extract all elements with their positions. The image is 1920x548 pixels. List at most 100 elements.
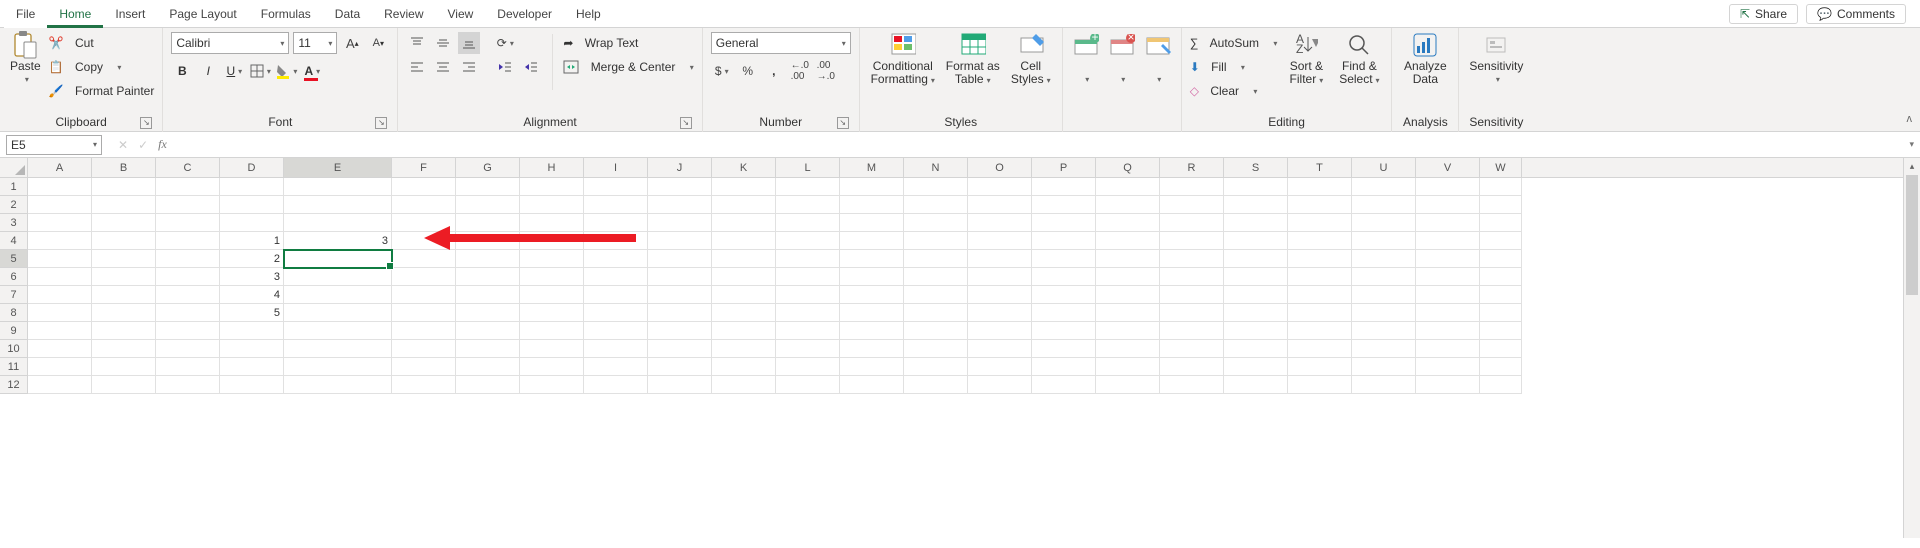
cell-K3[interactable] [712, 214, 776, 232]
cell-H8[interactable] [520, 304, 584, 322]
cell-W2[interactable] [1480, 196, 1522, 214]
cell-O8[interactable] [968, 304, 1032, 322]
clipboard-launcher[interactable]: ↘ [140, 117, 152, 129]
column-header-A[interactable]: A [28, 158, 92, 177]
comma-format-button[interactable]: , [763, 60, 785, 82]
cell-W9[interactable] [1480, 322, 1522, 340]
cell-K10[interactable] [712, 340, 776, 358]
cell-I5[interactable] [584, 250, 648, 268]
cell-P4[interactable] [1032, 232, 1096, 250]
cell-G3[interactable] [456, 214, 520, 232]
cell-D10[interactable] [220, 340, 284, 358]
cell-A5[interactable] [28, 250, 92, 268]
cell-T12[interactable] [1288, 376, 1352, 394]
cell-R2[interactable] [1160, 196, 1224, 214]
cell-T3[interactable] [1288, 214, 1352, 232]
column-header-T[interactable]: T [1288, 158, 1352, 177]
cell-Q11[interactable] [1096, 358, 1160, 376]
number-format-select[interactable]: General▾ [711, 32, 851, 54]
cell-P2[interactable] [1032, 196, 1096, 214]
cell-H4[interactable] [520, 232, 584, 250]
column-header-Q[interactable]: Q [1096, 158, 1160, 177]
cell-I12[interactable] [584, 376, 648, 394]
bold-button[interactable]: B [171, 60, 193, 82]
cell-I1[interactable] [584, 178, 648, 196]
cell-A10[interactable] [28, 340, 92, 358]
autosum-button[interactable]: ∑ AutoSum ▾ [1190, 32, 1278, 54]
cell-Q12[interactable] [1096, 376, 1160, 394]
cell-A2[interactable] [28, 196, 92, 214]
cell-H6[interactable] [520, 268, 584, 286]
cell-A3[interactable] [28, 214, 92, 232]
enter-formula-icon[interactable]: ✓ [138, 138, 148, 152]
cell-B4[interactable] [92, 232, 156, 250]
cell-A4[interactable] [28, 232, 92, 250]
tab-review[interactable]: Review [372, 0, 435, 28]
cell-Q8[interactable] [1096, 304, 1160, 322]
cell-E11[interactable] [284, 358, 392, 376]
cell-D4[interactable]: 1 [220, 232, 284, 250]
cell-K6[interactable] [712, 268, 776, 286]
row-header-6[interactable]: 6 [0, 268, 28, 286]
cell-L8[interactable] [776, 304, 840, 322]
cell-R10[interactable] [1160, 340, 1224, 358]
cell-O3[interactable] [968, 214, 1032, 232]
cell-W3[interactable] [1480, 214, 1522, 232]
cell-E4[interactable]: 3 [284, 232, 392, 250]
cell-O12[interactable] [968, 376, 1032, 394]
cell-A8[interactable] [28, 304, 92, 322]
cell-R6[interactable] [1160, 268, 1224, 286]
cell-I11[interactable] [584, 358, 648, 376]
cell-G12[interactable] [456, 376, 520, 394]
cell-T1[interactable] [1288, 178, 1352, 196]
cell-P10[interactable] [1032, 340, 1096, 358]
cell-U8[interactable] [1352, 304, 1416, 322]
cell-W11[interactable] [1480, 358, 1522, 376]
cell-U4[interactable] [1352, 232, 1416, 250]
cell-N7[interactable] [904, 286, 968, 304]
cell-R9[interactable] [1160, 322, 1224, 340]
row-header-2[interactable]: 2 [0, 196, 28, 214]
increase-font-button[interactable]: A▴ [341, 32, 363, 54]
cell-F6[interactable] [392, 268, 456, 286]
cell-E6[interactable] [284, 268, 392, 286]
cell-V7[interactable] [1416, 286, 1480, 304]
cell-G5[interactable] [456, 250, 520, 268]
cell-Q5[interactable] [1096, 250, 1160, 268]
column-header-H[interactable]: H [520, 158, 584, 177]
cell-F11[interactable] [392, 358, 456, 376]
clear-button[interactable]: ◇ Clear ▾ [1190, 80, 1278, 102]
cell-N5[interactable] [904, 250, 968, 268]
sensitivity-button[interactable]: Sensitivity▾ [1467, 32, 1525, 86]
cell-G9[interactable] [456, 322, 520, 340]
column-header-C[interactable]: C [156, 158, 220, 177]
cell-J6[interactable] [648, 268, 712, 286]
cell-B6[interactable] [92, 268, 156, 286]
cell-T4[interactable] [1288, 232, 1352, 250]
cell-E12[interactable] [284, 376, 392, 394]
comments-button[interactable]: 💬 Comments [1806, 4, 1906, 24]
name-box[interactable]: E5▾ [6, 135, 102, 155]
row-header-10[interactable]: 10 [0, 340, 28, 358]
cell-P3[interactable] [1032, 214, 1096, 232]
font-launcher[interactable]: ↘ [375, 117, 387, 129]
cell-R4[interactable] [1160, 232, 1224, 250]
cell-O11[interactable] [968, 358, 1032, 376]
cell-J3[interactable] [648, 214, 712, 232]
cell-F1[interactable] [392, 178, 456, 196]
cell-N1[interactable] [904, 178, 968, 196]
cell-Q3[interactable] [1096, 214, 1160, 232]
cell-H5[interactable] [520, 250, 584, 268]
cell-E10[interactable] [284, 340, 392, 358]
cell-A7[interactable] [28, 286, 92, 304]
cell-R1[interactable] [1160, 178, 1224, 196]
find-select-button[interactable]: Find & Select▾ [1335, 32, 1383, 87]
column-header-D[interactable]: D [220, 158, 284, 177]
cell-D8[interactable]: 5 [220, 304, 284, 322]
cell-J10[interactable] [648, 340, 712, 358]
cell-N8[interactable] [904, 304, 968, 322]
cell-S7[interactable] [1224, 286, 1288, 304]
scroll-thumb[interactable] [1906, 175, 1918, 295]
cell-I2[interactable] [584, 196, 648, 214]
align-right-button[interactable] [458, 56, 480, 78]
